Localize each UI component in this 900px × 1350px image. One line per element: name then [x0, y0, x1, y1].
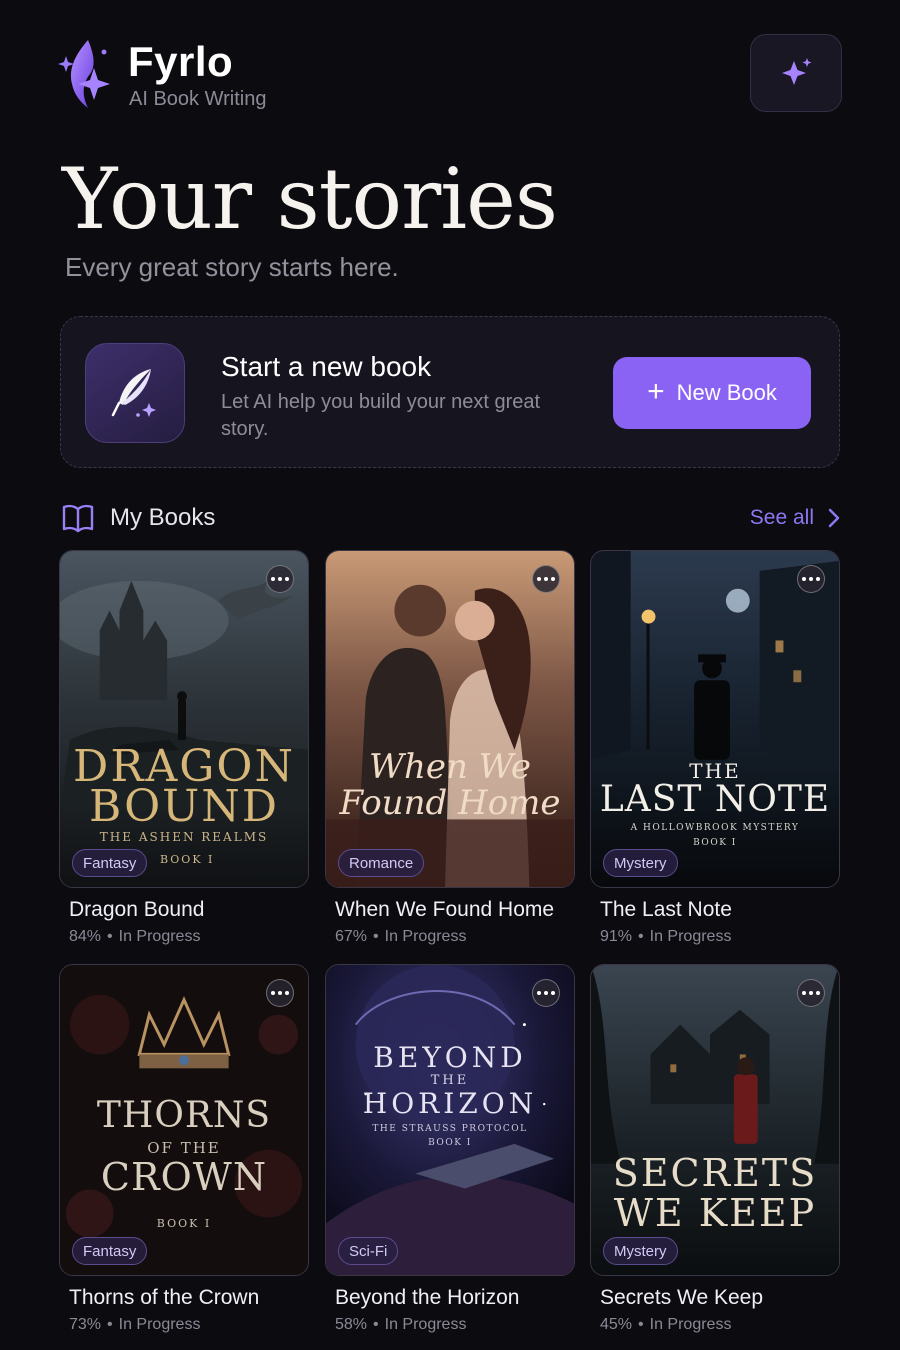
genre-badge: Mystery [603, 1237, 678, 1265]
app-header: Fyrlo AI Book Writing [58, 34, 842, 114]
see-all-label: See all [749, 506, 814, 529]
more-options-button[interactable] [797, 979, 825, 1007]
chevron-right-icon [828, 508, 840, 528]
cover-series: BOOK I [428, 1138, 472, 1148]
book-title[interactable]: Beyond the Horizon [335, 1286, 575, 1310]
book-progress: 67% [335, 928, 368, 945]
book-cover[interactable]: DRAGON BOUND THE ASHEN REALMS BOOK I Fan… [59, 550, 309, 888]
book-title[interactable]: The Last Note [600, 898, 840, 922]
cover-title-line1: THORNS [96, 1095, 272, 1136]
book-title[interactable]: When We Found Home [335, 898, 575, 922]
book-progress: 45% [600, 1316, 633, 1333]
genre-badge: Sci-Fi [338, 1237, 399, 1265]
book-card[interactable]: When We Found Home Romance When We Found… [325, 550, 575, 946]
cover-title-line3: HORIZON [362, 1087, 538, 1120]
book-meta: 84% • In Progress [69, 928, 201, 945]
new-book-description: Let AI help you build your next great st… [221, 391, 541, 440]
cover-art-romance-couple [326, 551, 574, 887]
more-options-button[interactable] [266, 979, 294, 1007]
cover-subtitle: THE ASHEN REALMS [99, 830, 269, 844]
book-cover[interactable]: When We Found Home Romance [325, 550, 575, 888]
book-card[interactable]: SECRETS WE KEEP Mystery Secrets We Keep … [590, 964, 840, 1334]
my-books-header: My Books See all [62, 500, 840, 536]
quill-icon-box [85, 343, 185, 443]
cover-series: BOOK I [160, 853, 215, 866]
genre-badge: Fantasy [72, 1237, 148, 1265]
new-book-button[interactable]: + New Book [613, 357, 811, 429]
plus-icon: + [647, 374, 665, 408]
logo-icon [58, 40, 110, 108]
genre-badge: Mystery [603, 849, 678, 877]
cover-title-line1: BEYOND [373, 1041, 527, 1074]
book-meta: 91% • In Progress [600, 928, 732, 945]
cover-subtitle: A HOLLOWBROOK MYSTERY [630, 823, 800, 833]
book-title[interactable]: Thorns of the Crown [69, 1286, 309, 1310]
book-cover[interactable]: THE LAST NOTE A HOLLOWBROOK MYSTERY BOOK… [590, 550, 840, 888]
quill-icon [111, 369, 156, 417]
new-book-title: Start a new book [221, 351, 432, 382]
books-grid: DRAGON BOUND THE ASHEN REALMS BOOK I Fan… [59, 550, 841, 1340]
open-book-icon [62, 504, 94, 533]
brand-name: Fyrlo [128, 38, 234, 85]
book-meta: 73% • In Progress [69, 1316, 201, 1333]
cover-series: BOOK I [693, 838, 737, 848]
more-options-button[interactable] [532, 979, 560, 1007]
book-meta: 67% • In Progress [335, 928, 467, 945]
book-cover[interactable]: THORNS OF THE CROWN BOOK I Fantasy [59, 964, 309, 1276]
book-card[interactable]: BEYOND THE HORIZON THE STRAUSS PROTOCOL … [325, 964, 575, 1334]
brand-tagline: AI Book Writing [129, 88, 267, 110]
book-status: In Progress [649, 928, 732, 945]
book-progress: 58% [335, 1316, 368, 1333]
ai-magic-button[interactable] [750, 34, 842, 112]
book-card[interactable]: THORNS OF THE CROWN BOOK I Fantasy Thorn… [59, 964, 309, 1334]
genre-badge: Fantasy [72, 849, 148, 877]
page-title: Your stories [62, 150, 558, 248]
book-cover[interactable]: SECRETS WE KEEP Mystery [590, 964, 840, 1276]
book-cover[interactable]: BEYOND THE HORIZON THE STRAUSS PROTOCOL … [325, 964, 575, 1276]
book-meta: 45% • In Progress [600, 1316, 732, 1333]
book-status: In Progress [384, 1316, 467, 1333]
book-status: In Progress [118, 1316, 201, 1333]
more-options-button[interactable] [266, 565, 294, 593]
cover-title-line2: BOUND [88, 781, 280, 832]
book-status: In Progress [649, 1316, 732, 1333]
book-progress: 73% [69, 1316, 102, 1333]
new-book-card: Start a new book Let AI help you build y… [60, 316, 840, 468]
section-title: My Books [110, 504, 216, 531]
book-card[interactable]: THE LAST NOTE A HOLLOWBROOK MYSTERY BOOK… [590, 550, 840, 946]
book-title[interactable]: Dragon Bound [69, 898, 309, 922]
cover-series: BOOK I [156, 1217, 212, 1230]
cover-title-line2: WE KEEP [613, 1191, 817, 1235]
book-card[interactable]: DRAGON BOUND THE ASHEN REALMS BOOK I Fan… [59, 550, 309, 946]
cover-title-line1: When We [369, 747, 531, 787]
more-options-button[interactable] [532, 565, 560, 593]
cover-art-planet-spaceship [326, 965, 574, 1275]
book-meta: 58% • In Progress [335, 1316, 467, 1333]
book-status: In Progress [118, 928, 201, 945]
cover-title-line2: LAST NOTE [599, 779, 831, 820]
book-status: In Progress [384, 928, 467, 945]
book-progress: 91% [600, 928, 633, 945]
book-progress: 84% [69, 928, 102, 945]
book-title[interactable]: Secrets We Keep [600, 1286, 840, 1310]
page-subtitle: Every great story starts here. [65, 252, 399, 282]
see-all-link[interactable]: See all [750, 506, 840, 530]
genre-badge: Romance [338, 849, 425, 877]
cover-subtitle: THE STRAUSS PROTOCOL [372, 1124, 528, 1134]
cover-title-line2: THE [430, 1073, 470, 1088]
cover-art-night-street [591, 551, 839, 887]
more-options-button[interactable] [797, 565, 825, 593]
cover-title-line2: Found Home [339, 783, 561, 823]
cover-title-line1: SECRETS [612, 1151, 818, 1195]
cover-title-line3: CROWN [100, 1155, 268, 1199]
sparkle-icon [782, 58, 812, 85]
new-book-button-label: New Book [676, 380, 777, 405]
